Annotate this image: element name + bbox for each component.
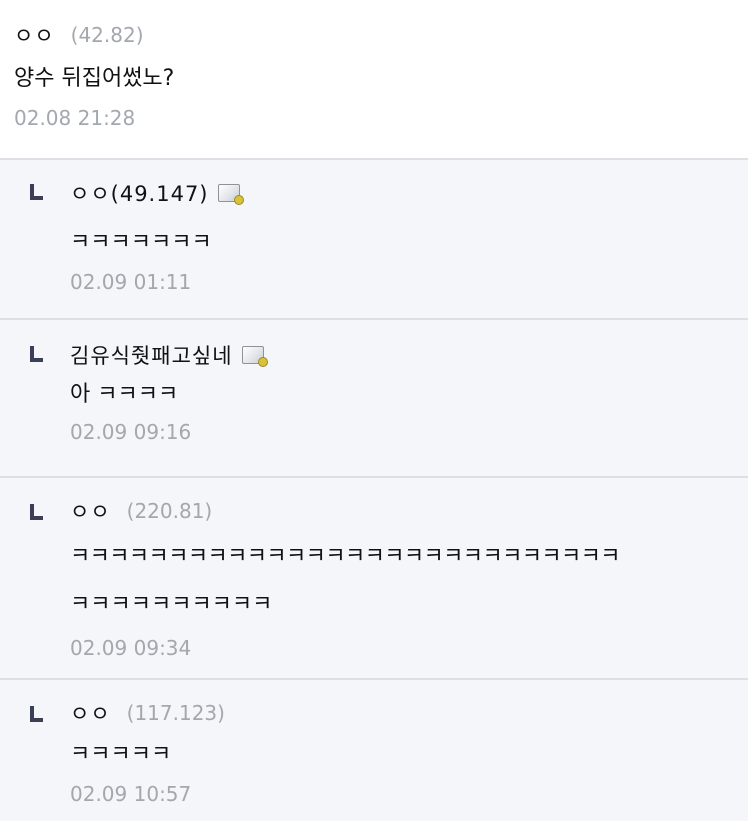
comment-header: ㅇㅇ (42.82) — [14, 20, 748, 50]
reply-text: ㅋㅋㅋㅋㅋㅋㅋ — [70, 230, 212, 255]
reply-text-line: ㅋㅋㅋㅋㅋㅋㅋㅋㅋㅋㅋㅋㅋㅋㅋㅋㅋㅋㅋㅋㅋㅋㅋㅋㅋㅋㅋㅋ — [70, 544, 621, 569]
reply-corner-icon — [30, 184, 43, 200]
comment-root: ㅇㅇ (42.82) 양수 뒤집어썼노? 02.08 21:28 — [0, 0, 748, 160]
reply-header: ㅇㅇ (220.81) — [70, 496, 748, 526]
reply-item: 김유식줫패고싶네 아 ㅋㅋㅋㅋ 02.09 09:16 — [0, 320, 748, 478]
reply-header: 김유식줫패고싶네 — [70, 340, 748, 370]
reply-text: ㅋㅋㅋㅋㅋ — [70, 742, 172, 767]
reply-date: 02.09 01:11 — [70, 270, 192, 294]
comment-text: 양수 뒤집어썼노? — [14, 66, 175, 91]
ip-address: (220.81) — [126, 499, 213, 523]
ip-address: (117.123) — [126, 701, 225, 725]
nickname[interactable]: ㅇㅇ — [70, 698, 111, 728]
reply-item: ㅇㅇ (220.81) ㅋㅋㅋㅋㅋㅋㅋㅋㅋㅋㅋㅋㅋㅋㅋㅋㅋㅋㅋㅋㅋㅋㅋㅋㅋㅋㅋㅋ… — [0, 478, 748, 680]
nickname[interactable]: ㅇㅇ(49.147) — [70, 178, 209, 208]
memo-icon[interactable] — [241, 346, 268, 367]
memo-icon[interactable] — [217, 184, 244, 205]
reply-date: 02.09 09:34 — [70, 636, 192, 660]
reply-header: ㅇㅇ (117.123) — [70, 698, 748, 728]
reply-item: ㅇㅇ (117.123) ㅋㅋㅋㅋㅋ 02.09 10:57 — [0, 680, 748, 821]
ip-address: (42.82) — [70, 23, 144, 47]
reply-item: ㅇㅇ(49.147) ㅋㅋㅋㅋㅋㅋㅋ 02.09 01:11 — [0, 160, 748, 320]
comment-date: 02.08 21:28 — [14, 106, 136, 130]
reply-corner-icon — [30, 504, 43, 520]
reply-corner-icon — [30, 346, 43, 362]
reply-corner-icon — [30, 706, 43, 722]
reply-text: 아 ㅋㅋㅋㅋ — [70, 382, 179, 407]
nickname[interactable]: ㅇㅇ — [70, 496, 111, 526]
reply-date: 02.09 09:16 — [70, 420, 192, 444]
nickname[interactable]: ㅇㅇ — [14, 20, 55, 50]
reply-text-line: ㅋㅋㅋㅋㅋㅋㅋㅋㅋㅋ — [70, 592, 273, 617]
nickname[interactable]: 김유식줫패고싶네 — [70, 340, 233, 370]
reply-header: ㅇㅇ(49.147) — [70, 178, 748, 208]
comment-list: ㅇㅇ (42.82) 양수 뒤집어썼노? 02.08 21:28 ㅇㅇ(49.1… — [0, 0, 748, 821]
reply-date: 02.09 10:57 — [70, 782, 192, 806]
